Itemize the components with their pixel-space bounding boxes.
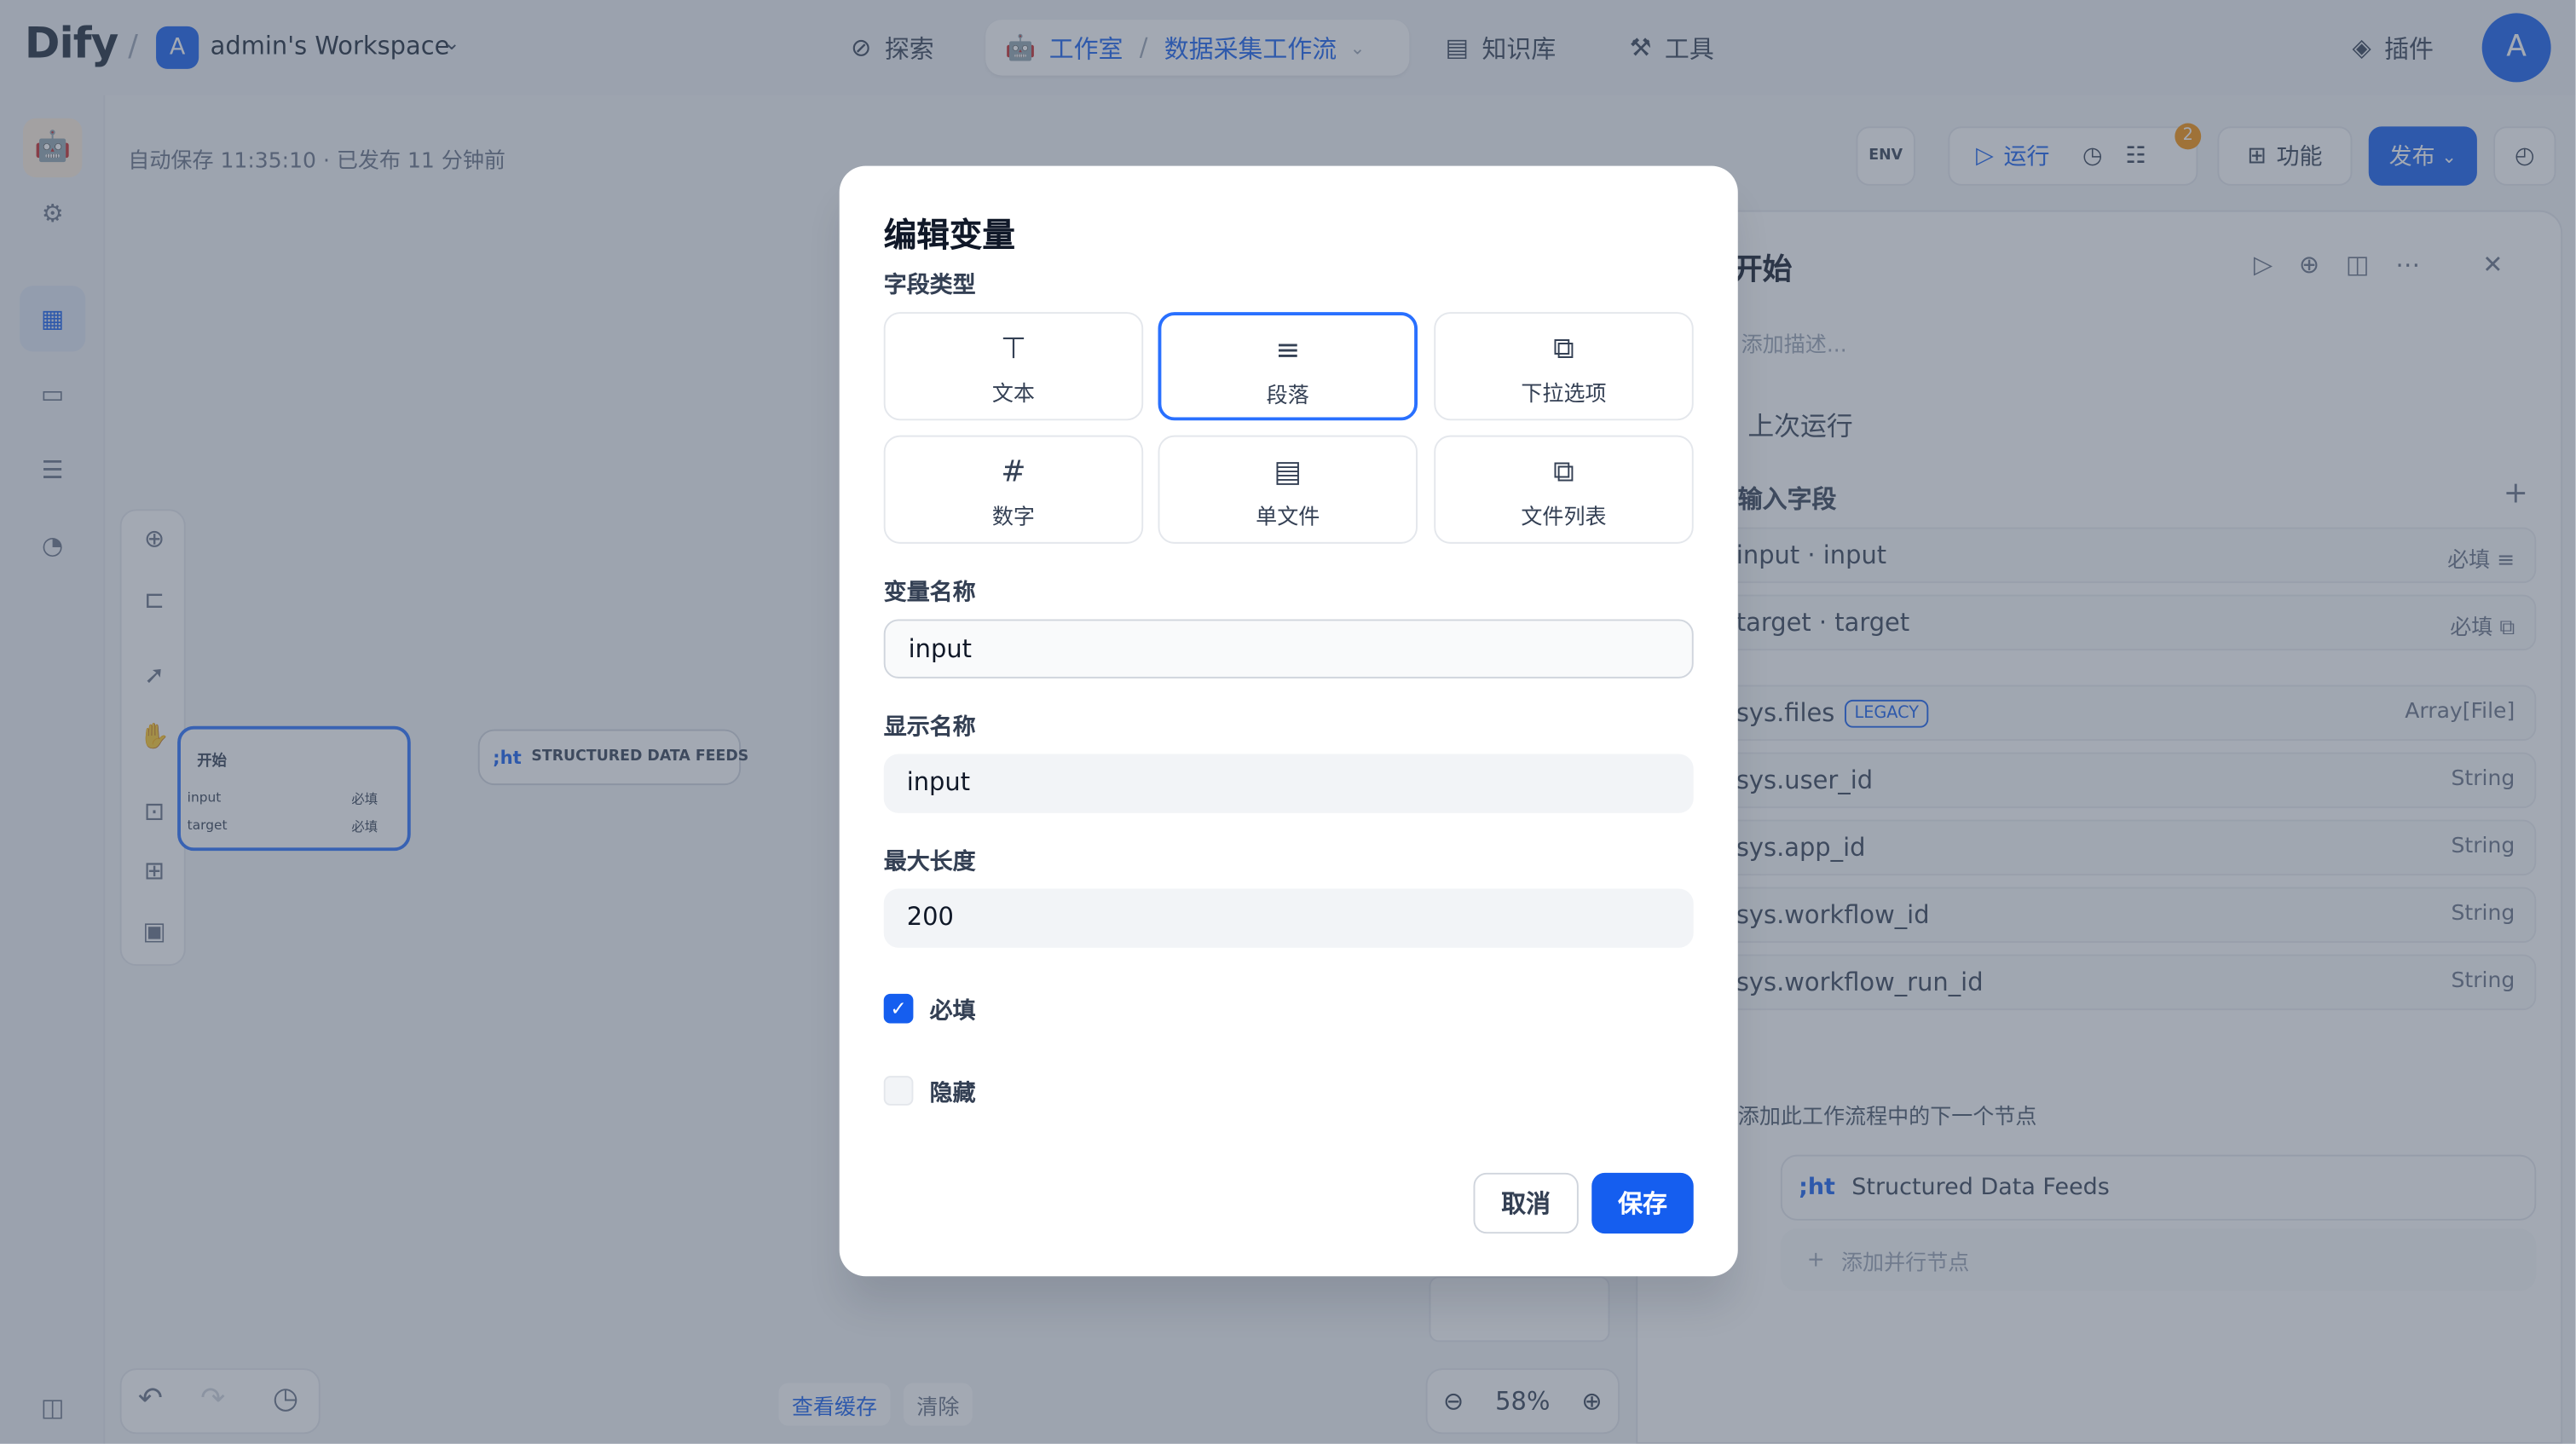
type-text[interactable]: ⊤ 文本 (883, 312, 1144, 421)
files-icon: ⧉ (1553, 454, 1574, 490)
max-length-label: 最大长度 (883, 849, 976, 876)
paragraph-icon: ≡ (1275, 333, 1301, 368)
max-length-input[interactable]: 200 (883, 888, 1694, 948)
display-name-label: 显示名称 (883, 714, 976, 742)
required-label: 必填 (929, 998, 976, 1025)
type-paragraph-label: 段落 (1266, 384, 1309, 409)
save-button[interactable]: 保存 (1591, 1172, 1694, 1234)
display-name-input[interactable]: input (883, 754, 1694, 813)
type-text-label: 文本 (991, 382, 1036, 407)
type-single-file-label: 单文件 (1256, 505, 1320, 531)
type-select-label: 下拉选项 (1521, 382, 1607, 407)
select-icon: ⧉ (1553, 332, 1574, 367)
hidden-label: 隐藏 (929, 1080, 976, 1107)
type-number-label: 数字 (991, 505, 1036, 531)
text-type-icon: ⊤ (1000, 332, 1027, 367)
type-number[interactable]: # 数字 (883, 435, 1144, 544)
type-single-file[interactable]: ▤ 单文件 (1158, 435, 1418, 544)
field-type-label: 字段类型 (883, 272, 976, 299)
required-checkbox[interactable]: ✓ (883, 993, 914, 1024)
hidden-checkbox[interactable] (883, 1076, 914, 1106)
hash-icon: # (1001, 454, 1026, 490)
edit-variable-modal: 编辑变量 字段类型 ⊤ 文本 ≡ 段落 ⧉ 下拉选项 # 数字 ▤ 单文件 ⧉ … (839, 165, 1738, 1277)
modal-title: 编辑变量 (883, 215, 1015, 255)
type-paragraph[interactable]: ≡ 段落 (1158, 312, 1418, 421)
cancel-button[interactable]: 取消 (1473, 1172, 1579, 1234)
app-root: Dify / A admin's Workspace ⌄ ⊘ 探索 🤖 工作室 … (0, 0, 2576, 1444)
type-file-list-label: 文件列表 (1521, 505, 1607, 531)
file-icon: ▤ (1274, 454, 1302, 490)
type-file-list[interactable]: ⧉ 文件列表 (1434, 435, 1694, 544)
var-name-label: 变量名称 (883, 580, 976, 607)
var-name-input[interactable]: input (883, 619, 1694, 679)
type-select[interactable]: ⧉ 下拉选项 (1434, 312, 1694, 421)
